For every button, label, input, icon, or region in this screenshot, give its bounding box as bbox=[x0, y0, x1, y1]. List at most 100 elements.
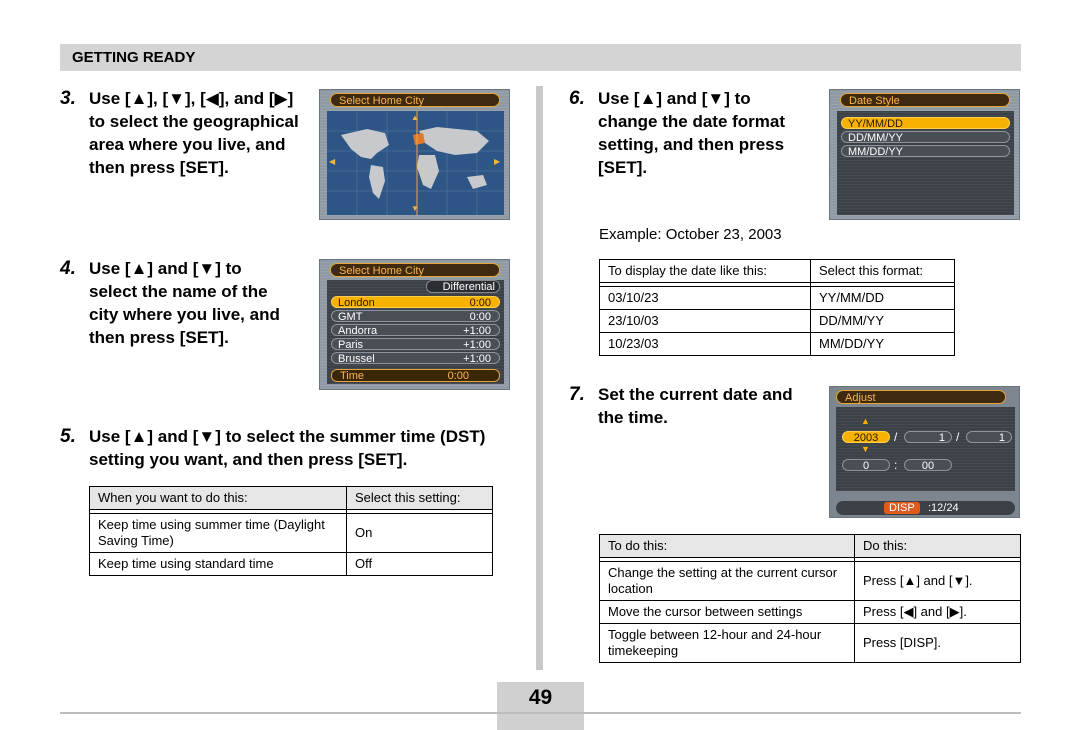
city-row-london[interactable]: London 0:00 bbox=[331, 296, 500, 309]
table-cell: 10/23/03 bbox=[599, 332, 811, 356]
city-offset: +1:00 bbox=[463, 353, 491, 365]
section-title: GETTING READY bbox=[72, 49, 196, 66]
table-cell: DD/MM/YY bbox=[810, 309, 955, 333]
step-5-number: 5. bbox=[60, 426, 76, 447]
step-4-text: Use [▲] and [▼] to select the name of th… bbox=[89, 259, 280, 347]
step-4: 4. Use [▲] and [▼] to select the name of… bbox=[60, 257, 300, 357]
time-value: 0:00 bbox=[447, 370, 469, 382]
table-row: Move the cursor between settings Press [… bbox=[599, 600, 1021, 624]
hour-field[interactable]: 0 bbox=[842, 459, 890, 472]
date-style-option-yymmdd[interactable]: YY/MM/DD bbox=[841, 117, 1010, 130]
home-city-map-screen: Select Home City ▲ ▼ ◀ ▶ bbox=[319, 89, 510, 220]
table-row: 10/23/03 MM/DD/YY bbox=[599, 332, 955, 356]
table-cell: Move the cursor between settings bbox=[599, 600, 855, 624]
arrow-down-icon: ▼ bbox=[861, 444, 870, 454]
adjust-screen: Adjust ▲ 2003 ▼ / 1 / 1 0 : 00 DISP :12/… bbox=[829, 386, 1020, 518]
arrow-down-icon: ▼ bbox=[411, 204, 419, 213]
step-6: 6. Use [▲] and [▼] to change the date fo… bbox=[569, 87, 819, 187]
disp-button[interactable]: DISP bbox=[884, 502, 920, 514]
city-name: Paris bbox=[338, 339, 364, 351]
table-cell: Press [▲] and [▼]. bbox=[854, 561, 1021, 601]
step-7-number: 7. bbox=[569, 384, 585, 405]
screen-title: Select Home City bbox=[330, 263, 500, 277]
city-offset: +1:00 bbox=[463, 339, 491, 351]
step-3-text: Use [▲], [▼], [◀], and [▶] to select the… bbox=[89, 89, 299, 177]
table-cell: Keep time using summer time (Daylight Sa… bbox=[89, 513, 347, 553]
differential-header: Differential bbox=[426, 280, 500, 293]
step-3: 3. Use [▲], [▼], [◀], and [▶] to select … bbox=[60, 87, 300, 207]
date-separator: / bbox=[956, 430, 960, 444]
table-header-cell: To do this: bbox=[599, 534, 855, 558]
city-row-gmt[interactable]: GMT 0:00 bbox=[331, 310, 500, 323]
city-name: London bbox=[338, 297, 375, 309]
city-offset: +1:00 bbox=[463, 325, 491, 337]
date-style-panel: YY/MM/DD DD/MM/YY MM/DD/YY bbox=[837, 111, 1014, 215]
year-field[interactable]: 2003 bbox=[842, 431, 890, 444]
time-separator: : bbox=[894, 458, 898, 472]
adjust-table: To do this: Do this: Change the setting … bbox=[599, 534, 1021, 663]
disp-hour-mode: :12/24 bbox=[928, 502, 959, 514]
table-cell: Press [DISP]. bbox=[854, 623, 1021, 663]
table-cell: Keep time using standard time bbox=[89, 552, 347, 576]
city-row-andorra[interactable]: Andorra +1:00 bbox=[331, 324, 500, 337]
table-cell: On bbox=[346, 513, 493, 553]
dst-table: When you want to do this: Select this se… bbox=[89, 486, 493, 576]
table-row: Keep time using standard time Off bbox=[89, 552, 493, 576]
arrow-up-icon: ▲ bbox=[411, 113, 419, 122]
table-cell: Toggle between 12-hour and 24-hour timek… bbox=[599, 623, 855, 663]
city-list-panel: Differential London 0:00 GMT 0:00 Andorr… bbox=[327, 280, 504, 384]
footer-tab bbox=[497, 714, 584, 730]
day-field[interactable]: 1 bbox=[966, 431, 1012, 444]
table-row: Keep time using summer time (Daylight Sa… bbox=[89, 513, 493, 553]
column-divider bbox=[536, 86, 543, 670]
table-header-row: To do this: Do this: bbox=[599, 534, 1021, 558]
date-style-option-mmddyy[interactable]: MM/DD/YY bbox=[841, 145, 1010, 158]
table-row: 03/10/23 YY/MM/DD bbox=[599, 286, 955, 310]
step-6-number: 6. bbox=[569, 88, 585, 109]
date-format-table: To display the date like this: Select th… bbox=[599, 259, 955, 356]
step-6-text: Use [▲] and [▼] to change the date forma… bbox=[598, 89, 786, 177]
table-cell: 03/10/23 bbox=[599, 286, 811, 310]
home-city-list-screen: Select Home City Differential London 0:0… bbox=[319, 259, 510, 390]
step-5: 5. Use [▲] and [▼] to select the summer … bbox=[60, 425, 520, 475]
screen-title: Date Style bbox=[840, 93, 1010, 107]
table-header-row: To display the date like this: Select th… bbox=[599, 259, 955, 283]
step-4-number: 4. bbox=[60, 258, 76, 279]
step-7-text: Set the current date and the time. bbox=[598, 385, 793, 427]
city-offset: 0:00 bbox=[469, 297, 491, 309]
table-header-cell: To display the date like this: bbox=[599, 259, 811, 283]
arrow-right-icon: ▶ bbox=[494, 157, 501, 166]
table-row: Change the setting at the current cursor… bbox=[599, 561, 1021, 601]
step-7: 7. Set the current date and the time. bbox=[569, 383, 809, 433]
disp-bar: DISP :12/24 bbox=[836, 501, 1015, 515]
table-header-cell: Do this: bbox=[854, 534, 1021, 558]
screen-title: Adjust bbox=[836, 390, 1006, 404]
table-cell: Change the setting at the current cursor… bbox=[599, 561, 855, 601]
date-separator: / bbox=[894, 430, 898, 444]
screen-title: Select Home City bbox=[330, 93, 500, 107]
city-row-paris[interactable]: Paris +1:00 bbox=[331, 338, 500, 351]
time-label: Time bbox=[340, 370, 365, 382]
time-bar: Time 0:00 bbox=[331, 369, 500, 382]
adjust-panel: ▲ 2003 ▼ / 1 / 1 0 : 00 bbox=[836, 407, 1015, 491]
map-area: ▲ ▼ ◀ ▶ bbox=[327, 111, 504, 215]
world-map-image bbox=[327, 111, 504, 215]
section-header: GETTING READY bbox=[60, 44, 1021, 71]
example-caption: Example: October 23, 2003 bbox=[599, 226, 782, 243]
city-row-brussel[interactable]: Brussel +1:00 bbox=[331, 352, 500, 365]
arrow-left-icon: ◀ bbox=[329, 157, 336, 166]
date-style-option-ddmmyy[interactable]: DD/MM/YY bbox=[841, 131, 1010, 144]
minute-field[interactable]: 00 bbox=[904, 459, 952, 472]
step-3-number: 3. bbox=[60, 88, 76, 109]
table-header-row: When you want to do this: Select this se… bbox=[89, 486, 493, 510]
table-row: 23/10/03 DD/MM/YY bbox=[599, 309, 955, 333]
table-cell: MM/DD/YY bbox=[810, 332, 955, 356]
city-name: Andorra bbox=[338, 325, 378, 337]
city-name: GMT bbox=[338, 311, 363, 323]
step-5-text: Use [▲] and [▼] to select the summer tim… bbox=[89, 427, 486, 469]
page-number: 49 bbox=[497, 682, 584, 712]
table-header-cell: Select this format: bbox=[810, 259, 955, 283]
table-cell: YY/MM/DD bbox=[810, 286, 955, 310]
month-field[interactable]: 1 bbox=[904, 431, 952, 444]
arrow-up-icon: ▲ bbox=[861, 416, 870, 426]
